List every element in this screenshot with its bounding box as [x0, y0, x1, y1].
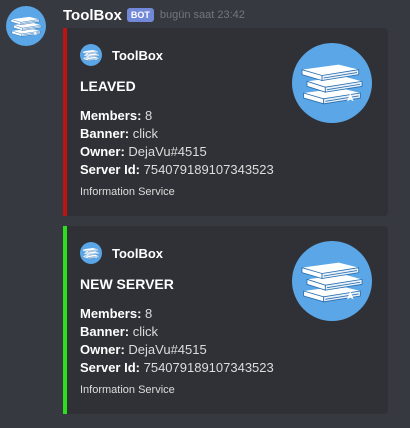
field-name: Server Id:	[80, 162, 140, 177]
bot-tag: BOT	[126, 8, 154, 22]
field-name: Owner:	[80, 342, 125, 357]
embed-thumbnail[interactable]	[292, 241, 372, 321]
embed-footer: Information Service	[80, 384, 175, 396]
embed-footer: Information Service	[80, 186, 175, 198]
embed-leaved: ToolBox LEAVED Members: 8 Banner: click …	[63, 28, 388, 216]
field-members: Members: 8	[80, 107, 274, 125]
books-icon	[301, 262, 363, 303]
author-name: ToolBox	[112, 245, 164, 261]
field-value: click	[132, 324, 159, 339]
field-name: Members:	[80, 108, 142, 123]
field-name: Server Id:	[80, 360, 140, 375]
field-owner: Owner: DejaVu#4515	[80, 143, 274, 161]
field-value: DejaVu#4515	[128, 342, 207, 357]
embed-author: ToolBox	[80, 44, 163, 66]
embed-new-server: ToolBox NEW SERVER Members: 8 Banner: cl…	[63, 226, 388, 414]
books-icon	[301, 64, 363, 105]
field-name: Members:	[80, 306, 142, 321]
author-name: ToolBox	[112, 47, 164, 63]
field-name: Banner:	[80, 324, 130, 339]
field-banner: Banner: click	[80, 323, 274, 341]
books-icon	[10, 16, 42, 37]
field-server-id: Server Id: 754079189107343523	[80, 161, 274, 179]
embed-thumbnail[interactable]	[292, 43, 372, 123]
field-members: Members: 8	[80, 305, 274, 323]
field-server-id: Server Id: 754079189107343523	[80, 359, 274, 377]
field-owner: Owner: DejaVu#4515	[80, 341, 274, 359]
field-value: DejaVu#4515	[128, 144, 207, 159]
field-name: Banner:	[80, 126, 130, 141]
bot-avatar[interactable]	[6, 6, 46, 46]
embed-title: LEAVED	[80, 78, 136, 94]
field-name: Owner:	[80, 144, 125, 159]
author-avatar	[80, 44, 102, 66]
embed-author: ToolBox	[80, 242, 163, 264]
author-avatar	[80, 242, 102, 264]
field-value: 754079189107343523	[143, 360, 274, 375]
timestamp: bugün saat 23:42	[159, 9, 245, 21]
books-icon	[82, 49, 100, 61]
books-icon	[82, 247, 100, 259]
embed-fields: Members: 8 Banner: click Owner: DejaVu#4…	[80, 305, 274, 377]
field-value: 8	[145, 306, 153, 321]
field-value: 754079189107343523	[143, 162, 274, 177]
field-banner: Banner: click	[80, 125, 274, 143]
field-value: 8	[145, 108, 153, 123]
username[interactable]: ToolBox	[63, 7, 122, 24]
embed-fields: Members: 8 Banner: click Owner: DejaVu#4…	[80, 107, 274, 179]
message-header: ToolBox BOT bugün saat 23:42	[63, 6, 245, 24]
field-value: click	[132, 126, 159, 141]
embed-title: NEW SERVER	[80, 276, 174, 292]
